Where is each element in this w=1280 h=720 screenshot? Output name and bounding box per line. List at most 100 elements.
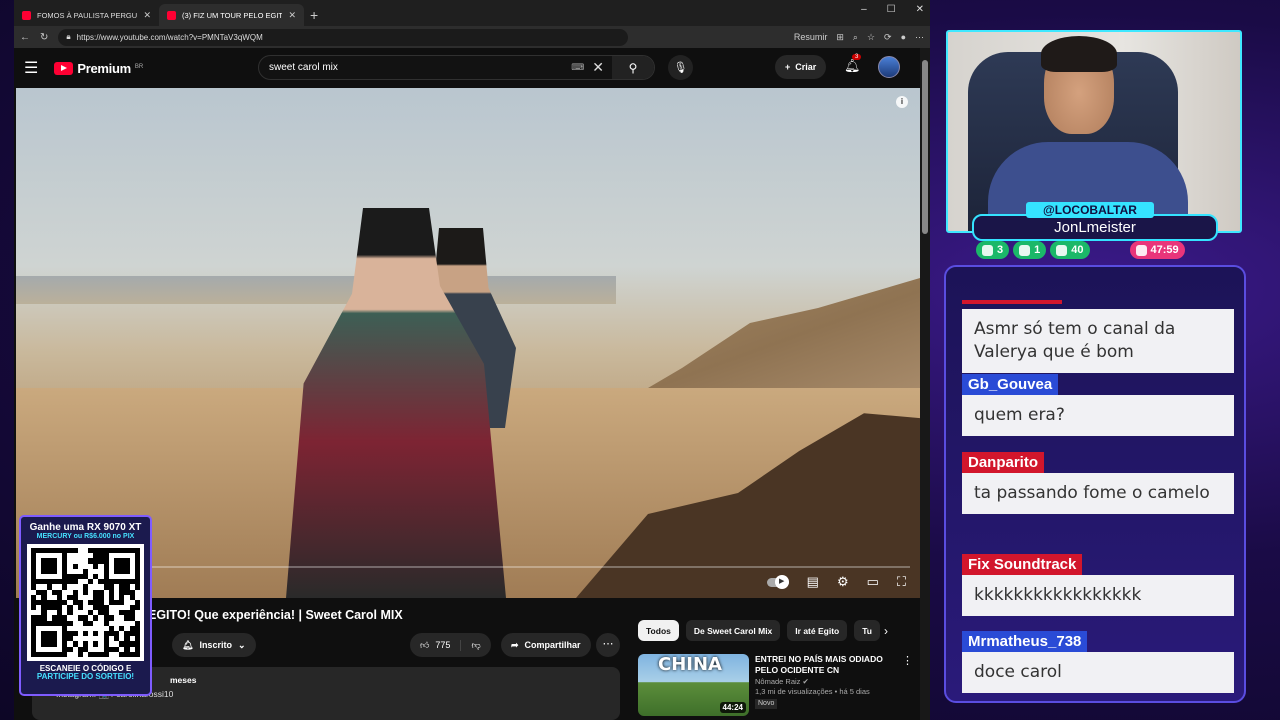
promo-headline: Ganhe uma RX 9070 XT [29,522,142,533]
video-scene-city [16,276,616,304]
qr-module [134,651,140,657]
thumbs-down-icon: 👎︎ [471,639,481,650]
chip-todos[interactable]: Todos [638,620,679,641]
clear-search-icon[interactable]: ✕ [592,59,604,76]
minimize-button[interactable]: – [861,4,867,15]
logo-region: BR [134,63,144,70]
like-button[interactable]: 👍︎ 775 [410,639,462,651]
youtube-favicon-icon [167,10,176,20]
new-tab-button[interactable]: + [310,7,318,23]
chip-truncated[interactable]: Tu [854,620,880,641]
url-text: https://www.youtube.com/watch?v=PMNTaV3q… [76,32,263,42]
streamer-handle: @LOCOBALTAR [1026,202,1154,218]
verified-icon: ✔ [802,676,809,686]
close-window-button[interactable]: ✕ [916,4,924,15]
recommendation-title[interactable]: ENTREI NO PAÍS MAIS ODIADO PELO OCIDENTE [755,654,883,675]
notifications-bell-icon[interactable]: 🔔︎ [844,58,861,74]
recommendation-item[interactable]: CHINA 44:24 ENTREI NO PAÍS MAIS ODIADO P… [638,654,918,718]
window-controls: – ☐ ✕ [861,4,924,15]
video-info-icon[interactable]: i [896,96,908,108]
chat-message: Danparito ta passando fome o camelo [962,452,1234,514]
like-count: 775 [435,639,451,650]
back-icon[interactable]: ← [20,32,30,43]
avatar[interactable] [878,56,900,78]
video-progress-bar[interactable] [26,566,910,568]
more-actions-button[interactable]: ⋯ [596,633,620,657]
reload-icon[interactable]: ↻ [40,32,48,43]
fullscreen-icon[interactable]: ⛶ [897,574,906,590]
chat-text: ta passando fome o camelo [962,473,1234,514]
search-box[interactable]: sweet carol mix ⌨ ✕ ⚲ [258,55,655,80]
favorite-star-icon[interactable]: ☆ [867,32,875,43]
stat-youtube-value: 1 [1034,244,1041,256]
stream-stats: 3 1 40 47:59 [976,241,1185,259]
account-icon[interactable]: ● [901,32,906,42]
chevron-down-icon: ⌄ [237,639,246,650]
chip-egito[interactable]: Ir até Egito [787,620,848,641]
url-field[interactable]: 🔒︎ https://www.youtube.com/watch?v=PMNTa… [58,28,629,46]
share-icon: ➦ [511,639,519,650]
chat-username [962,300,1062,304]
duration-badge: 44:24 [719,702,746,713]
autoplay-toggle[interactable] [766,574,789,589]
share-button[interactable]: ➦ Compartilhar [501,633,591,657]
stat-chat-value: 3 [997,244,1004,256]
scrollbar-thumb[interactable] [922,60,928,234]
chat-text: Asmr só tem o canal da Valerya que é bom [962,309,1234,373]
search-input[interactable]: sweet carol mix [269,62,338,73]
stat-subs: 40 [1050,241,1090,259]
voice-search-button[interactable]: 🎙︎ [668,55,693,80]
video-thumbnail[interactable]: CHINA 44:24 [638,654,749,716]
new-badge: Novo [755,699,778,709]
subtitles-icon[interactable]: ▤ [807,574,819,590]
timer-value: 47:59 [1150,244,1179,256]
kebab-menu-icon[interactable]: ⋮ [902,654,913,669]
recommendation-meta: ENTREI NO PAÍS MAIS ODIADO PELO OCIDENTE… [755,654,913,718]
tab-paulista[interactable]: FOMOS À PAULISTA PERGUNTAR ✕ [14,4,159,26]
more-menu-icon[interactable]: ⋯ [915,32,924,43]
settings-gear-icon[interactable]: ⚙ [837,574,849,590]
maximize-button[interactable]: ☐ [887,4,896,15]
tab-title: FOMOS À PAULISTA PERGUNTAR [37,10,138,20]
chat-panel: Asmr só tem o canal da Valerya que é bom… [944,265,1246,703]
address-bar-row: ← ↻ 🔒︎ https://www.youtube.com/watch?v=P… [14,26,930,48]
chip-channel[interactable]: De Sweet Carol Mix [685,620,781,641]
subscribed-label: Inscrito [199,640,232,650]
channel-name[interactable]: Nômade Raiz [755,677,800,686]
bell-icon: 🔔︎ [182,639,194,650]
chat-username: Danparito [962,452,1045,473]
search-button[interactable]: ⚲ [612,56,654,79]
youtube-icon [1019,244,1031,256]
player-controls: ▤ ⚙ ▭ ⛶ [766,574,906,590]
keyboard-icon[interactable]: ⌨ [571,62,584,73]
giveaway-qr-overlay: Ganhe uma RX 9070 XT MERCURY ou R$6.000 … [19,515,152,696]
clock-icon [1135,244,1147,256]
theater-mode-icon[interactable]: ▭ [867,574,879,590]
refresh-icon[interactable]: ⟳ [884,32,892,43]
dislike-button[interactable]: 👎︎ [461,640,490,651]
stat-youtube: 1 [1013,241,1047,259]
close-tab-icon[interactable]: ✕ [288,10,296,21]
tab-egito[interactable]: (3) FIZ UM TOUR PELO EGITO! Q ✕ [159,4,304,26]
youtube-logo[interactable]: Premium BR [54,61,143,76]
subscribed-button[interactable]: 🔔︎ Inscrito ⌄ [172,633,256,657]
create-button[interactable]: + Criar [775,55,827,79]
zoom-icon[interactable]: ⌕ [853,32,858,43]
notification-count-badge: 3 [852,54,862,60]
close-tab-icon[interactable]: ✕ [143,10,151,21]
webcam-person-hair [1041,36,1117,72]
microphone-icon: 🎙︎ [673,62,688,74]
extensions-icon[interactable]: ⊞ [836,32,844,43]
stream-timer: 47:59 [1129,241,1185,259]
chat-text: doce carol [962,652,1234,693]
view-info: 1,3 mi de visualizações • há 5 dias [755,687,870,697]
hamburger-menu-icon[interactable]: ☰ [24,58,38,78]
chat-message: Asmr só tem o canal da Valerya que é bom [962,291,1234,373]
chat-message: Mrmatheus_738 doce carol [962,631,1234,693]
chat-username: Fix Soundtrack [962,554,1083,575]
youtube-favicon-icon [22,10,31,20]
chat-text: quem era? [962,395,1234,436]
summarize-button[interactable]: Resumir [794,32,828,42]
chevron-right-icon[interactable]: › [884,624,888,638]
page-scrollbar[interactable] [920,48,930,720]
